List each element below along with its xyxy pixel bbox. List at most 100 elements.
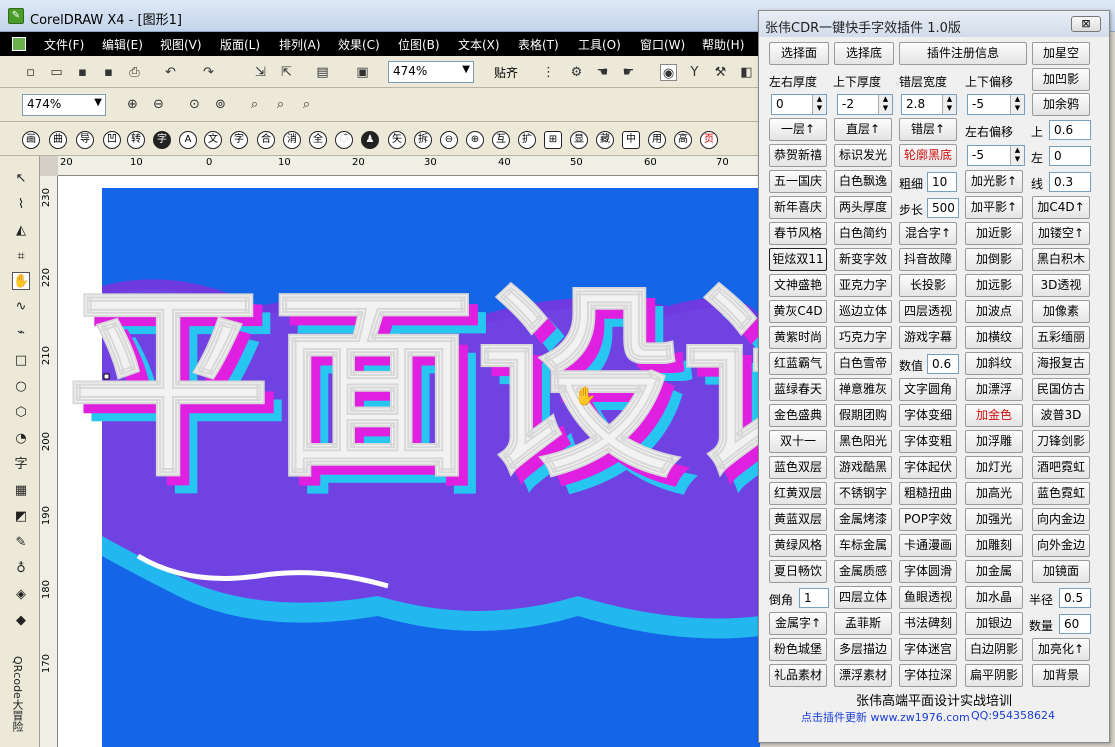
effect-button[interactable]: 3D透视	[1032, 274, 1090, 297]
effect-button[interactable]: 字体变粗	[899, 430, 957, 453]
effect-button[interactable]: 加强光	[965, 508, 1023, 531]
snap-to-label[interactable]: 贴齐	[494, 64, 518, 81]
spinner-arrows-icon[interactable]: ▲ ▼	[878, 95, 892, 114]
effect-button[interactable]: 黄绿风格	[769, 534, 827, 557]
effect-button[interactable]: 金属质感	[834, 560, 892, 583]
effect-button[interactable]: 刀锋剑影	[1032, 430, 1090, 453]
effect-button[interactable]: 加镂空↑	[1032, 222, 1090, 245]
glyph-tool-24-icon[interactable]: 中	[622, 131, 640, 149]
welcome-screen-icon[interactable]: ▣	[354, 64, 371, 81]
redo-icon[interactable]: ↷	[200, 64, 217, 81]
spinner-arrows-icon[interactable]: ▲ ▼	[942, 95, 956, 114]
export-icon[interactable]: ⇱	[278, 64, 295, 81]
effect-button[interactable]: 黑色阳光	[834, 430, 892, 453]
interactive-blend-icon[interactable]: ◩	[12, 508, 30, 526]
outline-tool-icon[interactable]: ♁	[12, 560, 30, 578]
save-icon[interactable]: ▪	[74, 64, 91, 81]
glyph-tool-19-icon[interactable]: 互	[492, 131, 510, 149]
effect-button[interactable]: 扁平阴影	[965, 664, 1023, 687]
glyph-tool-26-icon[interactable]: 高	[674, 131, 692, 149]
two-end-thickness-button[interactable]: 两头厚度	[834, 196, 892, 219]
effect-button[interactable]: 四层透视	[899, 300, 957, 323]
ud-thickness-spinner[interactable]: -2 ▲ ▼	[837, 94, 893, 115]
thickness-field[interactable]: 10	[927, 172, 957, 192]
effect-button[interactable]: 加背景	[1032, 664, 1090, 687]
effect-button[interactable]: 加波点	[965, 300, 1023, 323]
text-tool-icon[interactable]: 字	[12, 456, 30, 474]
corel-connect-icon[interactable]: ◧	[738, 64, 755, 81]
eyedropper-tool-icon[interactable]: ✎	[12, 534, 30, 552]
glyph-tool-13-icon[interactable]: ଁ	[335, 131, 353, 149]
zoom-in-icon[interactable]: ⊕	[124, 96, 141, 113]
logo-glow-button[interactable]: 标识发光	[834, 144, 892, 167]
effect-button[interactable]: 卡通漫画	[899, 534, 957, 557]
menu-table[interactable]: 表格(T)	[518, 36, 559, 53]
effect-button[interactable]: 黄紫时尚	[769, 326, 827, 349]
menu-text[interactable]: 文本(X)	[458, 36, 500, 53]
qrcode-tool-label[interactable]: QRcode大冒险	[9, 656, 25, 732]
add-starry-button[interactable]: 加星空	[1032, 42, 1090, 65]
glyph-tool-11-icon[interactable]: 消	[283, 131, 301, 149]
view-icon[interactable]: ◉	[660, 64, 677, 81]
glyph-tool-18-icon[interactable]: ⊕	[466, 131, 484, 149]
effect-button[interactable]: 粉色城堡	[769, 638, 827, 661]
crop-tool-icon[interactable]: ⌗	[12, 248, 30, 266]
effect-button[interactable]: POP字效	[899, 508, 957, 531]
effect-button[interactable]: 字体起伏	[899, 456, 957, 479]
smart-fill-icon[interactable]: ◭	[12, 222, 30, 240]
calligraphy-stele-button[interactable]: 书法碑刻	[899, 612, 957, 635]
offset-layer-button[interactable]: 错层↑	[899, 118, 957, 141]
import-icon[interactable]: ⇲	[252, 64, 269, 81]
glyph-tool-15-icon[interactable]: 矢	[388, 131, 406, 149]
effect-button[interactable]: 红黄双层	[769, 482, 827, 505]
open-icon[interactable]: ▭	[48, 64, 65, 81]
effect-button[interactable]: 金色盛典	[769, 404, 827, 427]
effect-button[interactable]: 多层描边	[834, 638, 892, 661]
effect-button[interactable]: 禅意雅灰	[834, 378, 892, 401]
spinner-arrows-icon[interactable]: ▲ ▼	[1010, 146, 1024, 165]
glyph-tool-3-icon[interactable]: 导	[76, 131, 94, 149]
add-flat-shadow-button[interactable]: 加平影↑	[965, 196, 1023, 219]
effect-button[interactable]: 加亮化↑	[1032, 638, 1090, 661]
polygon-tool-icon[interactable]: ⬡	[12, 404, 30, 422]
glyph-tool-16-icon[interactable]: 拆	[414, 131, 432, 149]
add-diagonal-button[interactable]: 加斜纹	[965, 352, 1023, 375]
effect-button[interactable]: 粗糙扭曲	[899, 482, 957, 505]
plugin-register-button[interactable]: 插件注册信息	[899, 42, 1027, 65]
glyph-tool-27-icon[interactable]: 页	[700, 131, 718, 149]
effect-button[interactable]: 新变字效	[834, 248, 892, 271]
effect-button[interactable]: 加雕刻	[965, 534, 1023, 557]
hand-tool-icon[interactable]: ☚	[594, 64, 611, 81]
effect-button[interactable]: 加高光	[965, 482, 1023, 505]
menu-layout[interactable]: 版面(L)	[220, 36, 260, 53]
select-face-button[interactable]: 选择面	[769, 42, 829, 65]
bevel-field[interactable]: 1	[799, 588, 829, 608]
select-bottom-button[interactable]: 选择底	[834, 42, 894, 65]
effect-button[interactable]: 蓝色双层	[769, 456, 827, 479]
glyph-tool-10-icon[interactable]: 合	[257, 131, 275, 149]
rectangle-tool-icon[interactable]: □	[12, 352, 30, 370]
effect-button[interactable]: 加金属	[965, 560, 1023, 583]
interactive-fill-icon[interactable]: ◆	[12, 612, 30, 630]
glyph-tool-14-icon[interactable]: ♟	[361, 131, 379, 149]
add-c4d-button[interactable]: 加C4D↑	[1032, 196, 1090, 219]
glyph-tool-9-icon[interactable]: 字	[230, 131, 248, 149]
spinner-arrows-icon[interactable]: ▲ ▼	[1010, 95, 1024, 114]
pick-tool-icon[interactable]: ↖	[12, 170, 30, 188]
effect-button[interactable]: 双十一	[769, 430, 827, 453]
glyph-tool-4-icon[interactable]: 凹	[103, 131, 121, 149]
artwork[interactable]: 平面设计 平面设计 平面设计	[58, 176, 760, 747]
zoom-width-icon[interactable]: ⌕	[272, 96, 289, 113]
menu-edit[interactable]: 编辑(E)	[102, 36, 143, 53]
white-elegant-button[interactable]: 白色飘逸	[834, 170, 892, 193]
four-layer-3d-button[interactable]: 四层立体	[834, 586, 892, 609]
effect-button[interactable]: 酒吧霓虹	[1032, 456, 1090, 479]
document-icon[interactable]	[12, 37, 26, 51]
glyph-tool-22-icon[interactable]: 显	[570, 131, 588, 149]
glyph-tool-20-icon[interactable]: 扩	[518, 131, 536, 149]
effect-button[interactable]: 白边阴影	[965, 638, 1023, 661]
fill-tool-icon[interactable]: ◈	[12, 586, 30, 604]
hand-alt-icon[interactable]: ☛	[620, 64, 637, 81]
effect-button[interactable]: 字体迷宫	[899, 638, 957, 661]
glyph-tool-5-icon[interactable]: 转	[127, 131, 145, 149]
